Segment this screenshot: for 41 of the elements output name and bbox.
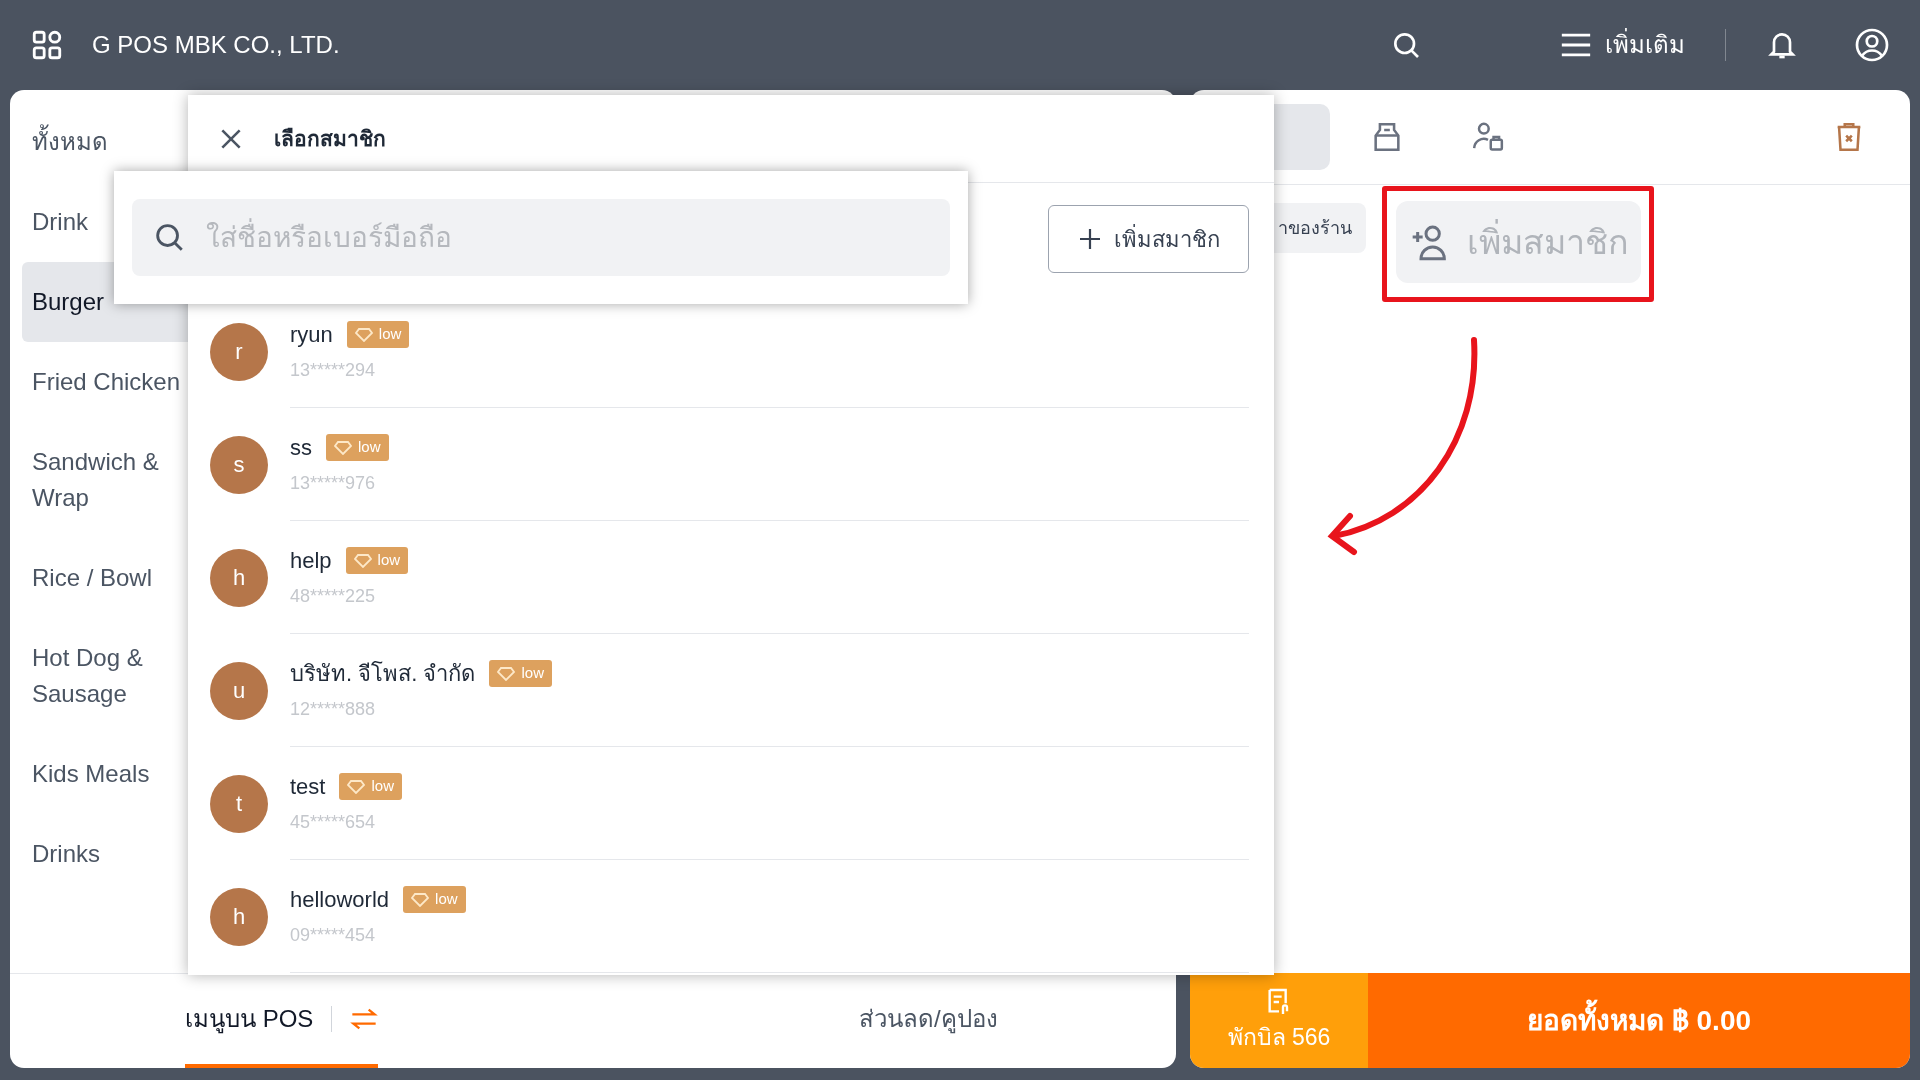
tier-badge: low [346, 321, 410, 348]
diamond-icon [497, 666, 516, 681]
member-phone: 13*****294 [290, 359, 377, 382]
member-avatar: t [210, 774, 268, 833]
search-field[interactable]: ใส่ชื่อหรือเบอร์มือถือ [132, 199, 950, 276]
member-avatar: s [210, 435, 268, 494]
member-name: helloworld [290, 886, 390, 914]
member-avatar: h [210, 548, 268, 607]
member-avatar: r [210, 322, 268, 381]
diamond-icon [347, 779, 366, 794]
member-name: test [290, 773, 326, 801]
member-bag-icon[interactable] [1470, 120, 1506, 154]
member-name: ryun [290, 321, 333, 349]
more-menu-button[interactable]: เพิ่มเติม [1559, 27, 1685, 63]
member-phone: 12*****888 [290, 698, 377, 721]
member-phone: 13*****976 [290, 472, 377, 495]
plus-icon [1077, 227, 1102, 251]
diamond-icon [411, 892, 430, 907]
member-avatar: h [210, 887, 268, 946]
member-name: help [290, 547, 332, 575]
tier-badge: low [339, 773, 402, 800]
member-phone: 48*****225 [290, 585, 377, 608]
member-phone: 45*****654 [290, 811, 377, 834]
diamond-icon [353, 553, 372, 568]
tier-badge: low [489, 660, 552, 687]
tier-badge: low [403, 886, 466, 913]
member-phone: 09*****454 [290, 924, 377, 947]
member-avatar: u [210, 661, 268, 720]
tier-badge: low [326, 434, 389, 461]
member-name: ss [290, 434, 312, 462]
diamond-icon [354, 327, 373, 342]
tier-badge: low [345, 547, 409, 574]
swap-icon[interactable] [350, 1007, 379, 1031]
dialog-title: เลือกสมาชิก [274, 125, 386, 152]
diamond-icon [334, 440, 352, 455]
store-name: G POS MBK CO., LTD. [92, 30, 340, 60]
bottom-tab[interactable]: ส่วนลด/คูปอง [858, 974, 998, 1068]
apps-grid-icon[interactable] [30, 28, 64, 62]
member-name: บริษัท. จีโพส. จำกัด [290, 660, 476, 688]
add-member-button[interactable]: เพิ่มสมาชิก [1048, 205, 1249, 273]
user-icon[interactable] [1854, 27, 1890, 63]
